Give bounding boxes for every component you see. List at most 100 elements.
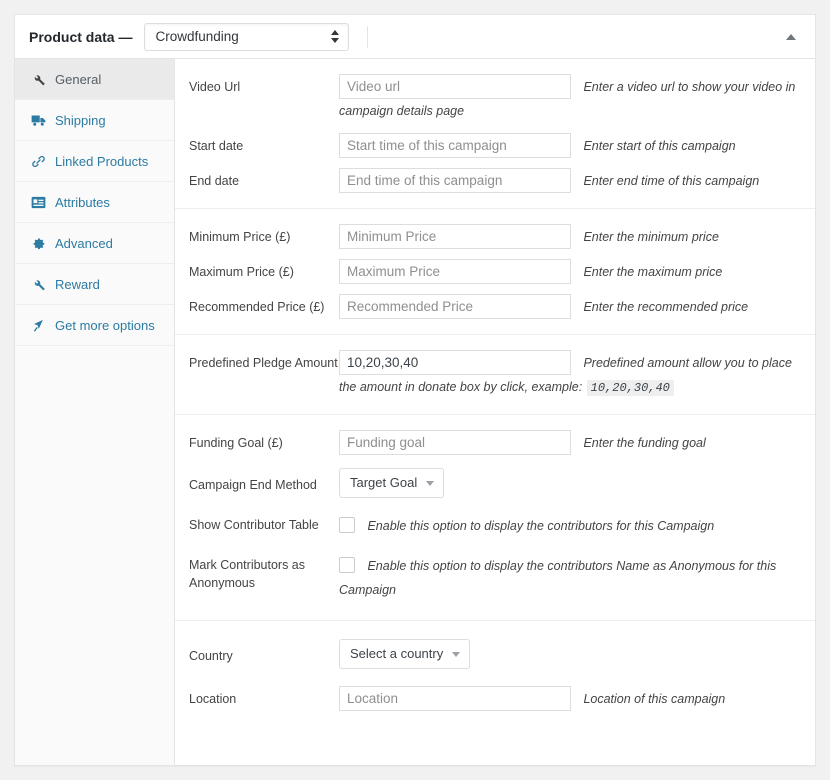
field-hint: Enable this option to display the contri… bbox=[339, 559, 777, 597]
field-location: Location Location of this campaign bbox=[175, 677, 815, 716]
field-hint: Enter start of this campaign bbox=[583, 138, 736, 153]
field-label: Location bbox=[189, 692, 237, 706]
field-minimum-price: Minimum Price (£) Enter the minimum pric… bbox=[175, 219, 815, 254]
field-video-url: Video Url Enter a video url to show your… bbox=[175, 69, 815, 128]
location-input[interactable] bbox=[339, 686, 571, 711]
field-label: Funding Goal (£) bbox=[189, 436, 283, 450]
option-group-pledge: Predefined Pledge Amount Predefined amou… bbox=[175, 335, 815, 415]
chevron-down-icon bbox=[452, 652, 461, 657]
page-title: Product data — bbox=[29, 28, 133, 45]
sidebar-item-advanced[interactable]: Advanced bbox=[15, 223, 174, 264]
predefined-pledge-amount-input[interactable] bbox=[339, 350, 571, 375]
sidebar-item-label: General bbox=[55, 71, 102, 87]
country-select[interactable]: Select a country bbox=[339, 639, 471, 669]
field-control: Select a country bbox=[339, 639, 803, 669]
field-funding-goal: Funding Goal (£) Enter the funding goal bbox=[175, 425, 815, 460]
product-type-value: Crowdfunding bbox=[155, 29, 239, 44]
wrench-icon bbox=[31, 277, 46, 292]
product-type-select[interactable]: Crowdfunding bbox=[144, 22, 350, 51]
sidebar-item-label: Get more options bbox=[55, 317, 155, 333]
video-url-input[interactable] bbox=[339, 74, 571, 99]
sidebar-item-label: Attributes bbox=[55, 194, 110, 210]
field-label: Maximum Price (£) bbox=[189, 265, 294, 279]
pledge-example-code: 10,20,30,40 bbox=[586, 380, 674, 396]
field-control: Enter end time of this campaign bbox=[339, 168, 803, 193]
field-control: Enable this option to display the contri… bbox=[339, 554, 803, 602]
campaign-end-method-select[interactable]: Target Goal bbox=[339, 468, 445, 498]
panel-header: Product data — Crowdfunding bbox=[15, 15, 815, 59]
field-control: Target Goal bbox=[339, 468, 803, 498]
field-hint: Enable this option to display the contri… bbox=[367, 519, 715, 533]
header-separator bbox=[367, 25, 369, 48]
field-control: Location of this campaign bbox=[339, 686, 803, 711]
chevron-updown-icon bbox=[331, 29, 340, 45]
option-group-location: Country Select a country Location Locati… bbox=[175, 621, 815, 726]
field-hint: Enter the funding goal bbox=[583, 435, 706, 450]
recommended-price-input[interactable] bbox=[339, 294, 571, 319]
field-label: Show Contributor Table bbox=[189, 518, 319, 532]
field-label: Mark Contributors as Anonymous bbox=[189, 558, 306, 591]
show-contributor-table-checkbox[interactable] bbox=[339, 517, 355, 533]
option-group-prices: Minimum Price (£) Enter the minimum pric… bbox=[175, 209, 815, 335]
minimum-price-input[interactable] bbox=[339, 224, 571, 249]
funding-goal-input[interactable] bbox=[339, 430, 571, 455]
sidebar-item-label: Linked Products bbox=[55, 153, 149, 169]
sidebar-item-label: Advanced bbox=[55, 235, 113, 251]
link-icon bbox=[31, 154, 46, 169]
cursor-icon bbox=[31, 318, 46, 333]
start-date-input[interactable] bbox=[339, 133, 571, 158]
sidebar-item-reward[interactable]: Reward bbox=[15, 264, 174, 305]
sidebar-item-shipping[interactable]: Shipping bbox=[15, 100, 174, 141]
mark-contributors-anonymous-checkbox[interactable] bbox=[339, 557, 355, 573]
field-start-date: Start date Enter start of this campaign bbox=[175, 128, 815, 163]
field-recommended-price: Recommended Price (£) Enter the recommen… bbox=[175, 289, 815, 324]
sidebar-item-linked-products[interactable]: Linked Products bbox=[15, 141, 174, 182]
field-control: Enter the maximum price bbox=[339, 259, 803, 284]
field-control: Predefined amount allow you to place the… bbox=[339, 350, 803, 399]
gear-icon bbox=[31, 236, 46, 251]
options-area: Video Url Enter a video url to show your… bbox=[175, 59, 815, 765]
field-country: Country Select a country bbox=[175, 631, 815, 677]
end-date-input[interactable] bbox=[339, 168, 571, 193]
sidebar-item-label: Shipping bbox=[55, 112, 106, 128]
field-label: Recommended Price (£) bbox=[189, 300, 325, 314]
field-control: Enter the minimum price bbox=[339, 224, 803, 249]
attributes-icon bbox=[31, 195, 46, 210]
field-hint: Enter the recommended price bbox=[583, 299, 749, 314]
field-label: End date bbox=[189, 174, 240, 188]
field-control: Enter a video url to show your video in … bbox=[339, 74, 803, 123]
field-control: Enter start of this campaign bbox=[339, 133, 803, 158]
maximum-price-input[interactable] bbox=[339, 259, 571, 284]
triangle-up-icon[interactable] bbox=[781, 27, 801, 47]
panel-body: General Shipping Linked Products Attribu… bbox=[15, 59, 815, 765]
country-value: Select a country bbox=[350, 646, 444, 662]
chevron-down-icon bbox=[426, 481, 435, 486]
field-control: Enter the recommended price bbox=[339, 294, 803, 319]
wrench-icon bbox=[31, 72, 46, 87]
product-data-tabs: General Shipping Linked Products Attribu… bbox=[15, 59, 175, 765]
field-hint: Enter the maximum price bbox=[583, 264, 723, 279]
field-label: Campaign End Method bbox=[189, 478, 317, 492]
field-control: Enable this option to display the contri… bbox=[339, 514, 803, 538]
sidebar-item-label: Reward bbox=[55, 276, 100, 292]
sidebar-item-get-more-options[interactable]: Get more options bbox=[15, 305, 174, 346]
campaign-end-method-value: Target Goal bbox=[350, 475, 418, 491]
field-hint: Enter end time of this campaign bbox=[583, 173, 760, 188]
sidebar-item-general[interactable]: General bbox=[15, 59, 174, 100]
field-end-date: End date Enter end time of this campaign bbox=[175, 163, 815, 198]
field-label: Start date bbox=[189, 139, 244, 153]
field-mark-contributors-anonymous: Mark Contributors as Anonymous Enable th… bbox=[175, 546, 815, 610]
field-label: Country bbox=[189, 649, 233, 663]
option-group-funding: Funding Goal (£) Enter the funding goal … bbox=[175, 415, 815, 621]
truck-icon bbox=[31, 113, 46, 128]
field-label: Minimum Price (£) bbox=[189, 230, 291, 244]
field-label: Video Url bbox=[189, 80, 241, 94]
field-hint: Location of this campaign bbox=[583, 691, 726, 706]
field-control: Enter the funding goal bbox=[339, 430, 803, 455]
field-show-contributor-table: Show Contributor Table Enable this optio… bbox=[175, 506, 815, 546]
sidebar-item-attributes[interactable]: Attributes bbox=[15, 182, 174, 223]
product-data-panel: Product data — Crowdfunding General Ship… bbox=[14, 14, 816, 766]
field-predefined-pledge-amount: Predefined Pledge Amount Predefined amou… bbox=[175, 345, 815, 404]
field-campaign-end-method: Campaign End Method Target Goal bbox=[175, 460, 815, 506]
field-label: Predefined Pledge Amount bbox=[189, 356, 338, 370]
